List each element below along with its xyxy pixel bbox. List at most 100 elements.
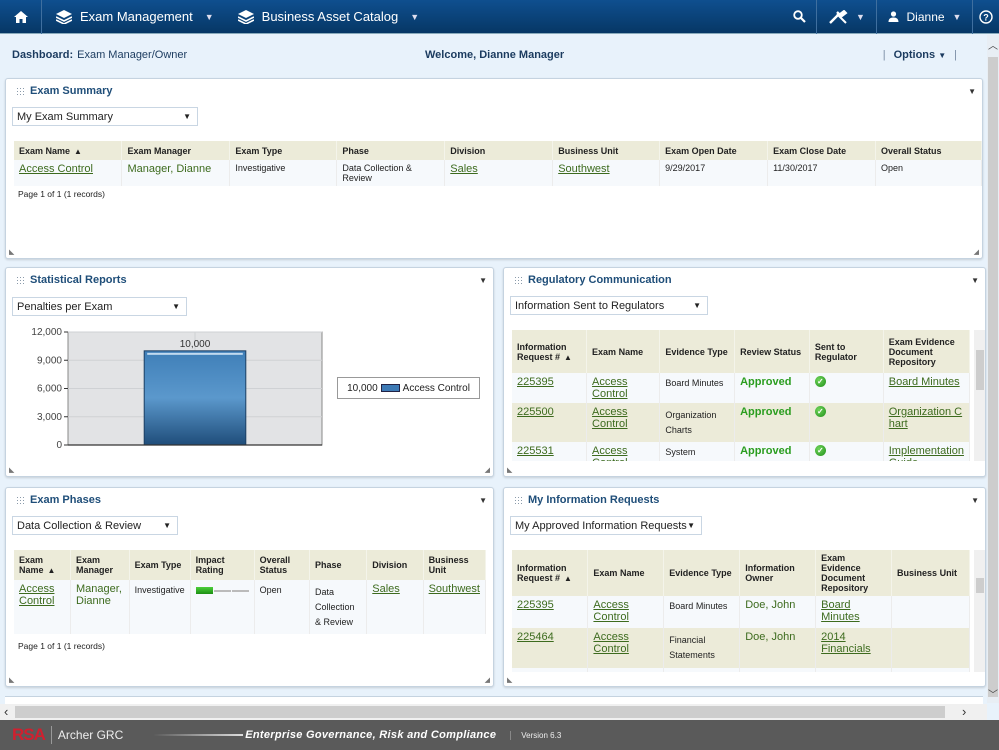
table-row: Access Control Manager, Dianne Investiga… [14,160,982,186]
column-header[interactable]: Exam Evidence Document Repository [883,330,971,373]
resize-handle-icon[interactable]: ◣ [507,676,512,684]
resize-handle-icon[interactable]: ◣ [9,248,14,256]
request-link[interactable]: 225531 [517,445,554,457]
chevron-down-icon: ▼ [952,11,962,22]
business-unit-link[interactable]: Southwest [558,163,609,175]
column-header[interactable]: Exam Close Date [767,141,877,160]
resize-handle-icon[interactable]: ◣ [9,466,14,474]
table-scrollbar[interactable] [974,330,985,461]
panel-menu-icon[interactable]: ▼ [968,87,976,96]
repository-link[interactable]: Implementation Guide [889,445,964,461]
table-row: 225464 Access Control Financial Statemen… [512,628,970,668]
column-header[interactable]: Division [366,550,424,580]
tools-menu-button[interactable]: ▼ [817,0,877,34]
search-button[interactable] [783,0,817,34]
column-header[interactable]: Business Unit [891,550,970,596]
column-header[interactable]: Exam Name [586,330,661,373]
column-header[interactable]: Overall Status [254,550,311,580]
column-header[interactable]: Phase [309,550,368,580]
y-tick-label: 9,000 [37,355,62,366]
repository-link[interactable]: Organization Chart [889,406,962,430]
column-header[interactable]: Exam Evidence Document Repository [815,550,893,596]
scrollbar-thumb[interactable] [988,57,998,697]
panel-menu-icon[interactable]: ▼ [479,496,487,505]
exam-name-link[interactable]: Access Control [593,631,628,655]
exam-name-link[interactable]: Access Control [592,376,627,400]
column-header[interactable]: Exam Type [129,550,191,580]
column-header[interactable]: Information Owner [739,550,817,596]
scrollbar-thumb[interactable] [976,350,984,390]
scroll-left-icon[interactable]: ‹ [4,704,8,719]
column-header[interactable]: Overall Status [875,141,982,160]
business-unit-link[interactable]: Southwest [429,583,480,595]
column-header[interactable]: Evidence Type [663,550,741,596]
scrollbar-thumb[interactable] [976,578,984,593]
column-header[interactable]: Exam Manager [70,550,130,580]
resize-handle-icon[interactable]: ◣ [507,466,512,474]
division-link[interactable]: Sales [372,583,400,595]
information-owner: Doe, John [745,631,796,643]
column-header[interactable]: Review Status [734,330,810,373]
column-header[interactable]: Information Request # ▲ [512,330,588,373]
scroll-up-icon[interactable]: ︿ [987,37,999,52]
request-link[interactable]: 225395 [517,376,554,388]
exam-summary-table: Exam Name ▲ Exam Manager Exam Type Phase … [14,141,982,186]
scroll-right-icon[interactable]: › [962,704,966,719]
column-header[interactable]: Exam Name [587,550,665,596]
options-menu[interactable]: | Options ▼ | [875,49,965,61]
panel-title-text: Exam Summary [30,85,113,97]
repository-link[interactable]: Board Minutes [889,376,960,388]
column-header[interactable]: Exam Manager [121,141,231,160]
exam-name-link[interactable]: Access Control [19,163,93,175]
regulatory-view-select[interactable]: Information Sent to Regulators ▼ [510,296,708,315]
exam-name-link[interactable]: Access Control [19,583,54,607]
user-menu-button[interactable]: Dianne ▼ [877,0,973,34]
menu-exam-management[interactable]: Exam Management ▼ [42,0,224,34]
page-vertical-scrollbar[interactable]: ︿ ﹀ [987,35,999,703]
divider [50,726,52,744]
resize-handle-icon[interactable]: ◢ [974,248,979,256]
help-button[interactable]: ? [973,0,999,34]
column-header[interactable]: Business Unit [552,141,661,160]
information-requests-view-select[interactable]: My Approved Information Requests ▼ [510,516,702,535]
resize-handle-icon[interactable]: ◢ [485,676,490,684]
column-header[interactable]: Sent to Regulator [809,330,884,373]
scrollbar-thumb[interactable] [15,706,945,718]
request-link[interactable]: 225500 [517,406,554,418]
column-header[interactable]: Exam Type [229,141,338,160]
column-header[interactable]: Phase [336,141,446,160]
panel-menu-icon[interactable]: ▼ [971,276,979,285]
exam-name-link[interactable]: Access Control [592,406,627,430]
request-link[interactable]: 225464 [517,631,554,643]
exam-name-link[interactable]: Access Control [593,599,628,623]
phase-select[interactable]: Data Collection & Review ▼ [12,516,178,535]
exam-name-link[interactable]: Access Control [592,445,627,461]
resize-handle-icon[interactable]: ◣ [9,676,14,684]
exam-summary-view-select[interactable]: My Exam Summary ▼ [12,107,198,126]
column-header[interactable]: Division [444,141,554,160]
table-scrollbar[interactable] [974,550,985,672]
column-header[interactable]: Exam Name ▲ [14,141,123,160]
column-header[interactable]: Exam Name ▲ [14,550,72,580]
panel-menu-icon[interactable]: ▼ [971,496,979,505]
repository-link[interactable]: 2014 Financials [821,631,871,655]
home-button[interactable] [0,0,42,34]
column-header[interactable]: Business Unit [423,550,487,580]
bar-data-label: 10,000 [180,339,211,350]
repository-link[interactable]: Board Minutes [821,599,860,623]
drag-handle-icon[interactable] [16,495,25,505]
request-link[interactable]: 225395 [517,599,554,611]
drag-handle-icon[interactable] [16,86,25,96]
chart-legend: 10,000 Access Control [337,377,480,399]
scroll-down-icon[interactable]: ﹀ [987,686,999,701]
column-header[interactable]: Impact Rating [190,550,255,580]
column-header[interactable]: Evidence Type [659,330,736,373]
column-header[interactable]: Information Request # ▲ [512,550,589,596]
division-link[interactable]: Sales [450,163,478,175]
drag-handle-icon[interactable] [514,495,523,505]
page-horizontal-scrollbar[interactable]: ‹ › [0,704,987,720]
resize-handle-icon[interactable]: ◢ [485,466,490,474]
column-header[interactable]: Exam Open Date [659,141,769,160]
menu-business-asset-catalog[interactable]: Business Asset Catalog ▼ [224,0,430,34]
drag-handle-icon[interactable] [514,275,523,285]
